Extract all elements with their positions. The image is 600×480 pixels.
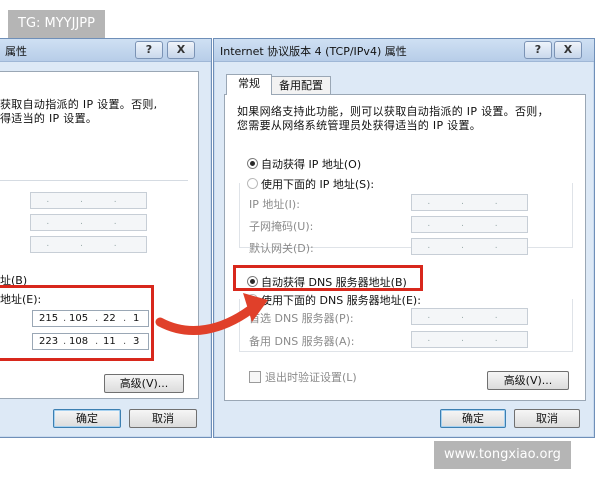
right-description: 如果网络支持此功能，则可以获取自动指派的 IP 设置。否则， 您需要从网络系统管… [237,105,549,133]
left-description-line-1: 获取自动指派的 IP 设置。否则, [0,98,158,111]
left-dialog-title: 属性 [5,45,27,58]
default-gateway-field[interactable]: . . . [411,238,528,255]
left-dns-highlight [0,285,154,361]
left-gateway-field: . . . [30,236,147,253]
right-dns-auto-highlight [233,265,423,291]
right-cancel-button[interactable]: 取消 [514,409,580,428]
ip-address-label: IP 地址(I): [249,198,300,211]
right-close-button[interactable]: X [554,41,582,59]
dns-primary-label: 首选 DNS 服务器(P): [249,312,354,325]
tab-general[interactable]: 常规 [226,74,272,95]
watermark-top: TG: MYYJJPP [8,10,105,38]
ip-address-field[interactable]: . . . [411,194,528,211]
dns-alternate-label: 备用 DNS 服务器(A): [249,335,355,348]
right-dialog-title: Internet 协议版本 4 (TCP/IPv4) 属性 [220,45,407,58]
left-description-line-2: 得适当的 IP 设置。 [0,112,98,125]
subnet-mask-label: 子网掩码(U): [249,220,314,233]
right-title-bar: Internet 协议版本 4 (TCP/IPv4) 属性 ? X [214,39,594,62]
tcpipv4-properties-dialog: Internet 协议版本 4 (TCP/IPv4) 属性 ? X 常规 备用配… [213,38,595,438]
left-cancel-button[interactable]: 取消 [129,409,197,428]
right-ok-button[interactable]: 确定 [440,409,506,428]
left-help-button[interactable]: ? [135,41,163,59]
ip-auto-radio[interactable] [247,158,258,169]
tab-alternate-config[interactable]: 备用配置 [271,76,331,95]
left-properties-dialog: 属性 ? X 获取自动指派的 IP 设置。否则, 得适当的 IP 设置。 . .… [0,38,212,438]
left-ip-address-field: . . . [30,192,147,209]
subnet-mask-field[interactable]: . . . [411,216,528,233]
ip-auto-label[interactable]: 自动获得 IP 地址(O) [261,156,361,172]
dns-alternate-field[interactable]: . . . [411,331,528,348]
dns-primary-field[interactable]: . . . [411,308,528,325]
right-tab-panel: 如果网络支持此功能，则可以获取自动指派的 IP 设置。否则， 您需要从网络系统管… [224,94,586,401]
left-title-bar: 属性 ? X [0,39,211,62]
right-description-line-2: 您需要从网络系统管理员处获得适当的 IP 设置。 [237,119,482,132]
left-ok-button[interactable]: 确定 [53,409,121,428]
left-ip-group-border [0,180,188,181]
left-close-button[interactable]: X [167,41,195,59]
watermark-bottom: www.tongxiao.org [434,441,571,469]
left-advanced-button[interactable]: 高级(V)... [104,374,184,393]
left-subnet-field: . . . [30,214,147,231]
default-gateway-label: 默认网关(D): [249,242,314,255]
validate-on-exit-label[interactable]: 退出时验证设置(L) [265,369,357,385]
right-description-line-1: 如果网络支持此功能，则可以获取自动指派的 IP 设置。否则， [237,105,549,118]
right-help-button[interactable]: ? [524,41,552,59]
left-description: 获取自动指派的 IP 设置。否则, 得适当的 IP 设置。 [0,98,157,126]
validate-on-exit-checkbox[interactable] [249,371,261,383]
right-advanced-button[interactable]: 高级(V)... [487,371,569,390]
